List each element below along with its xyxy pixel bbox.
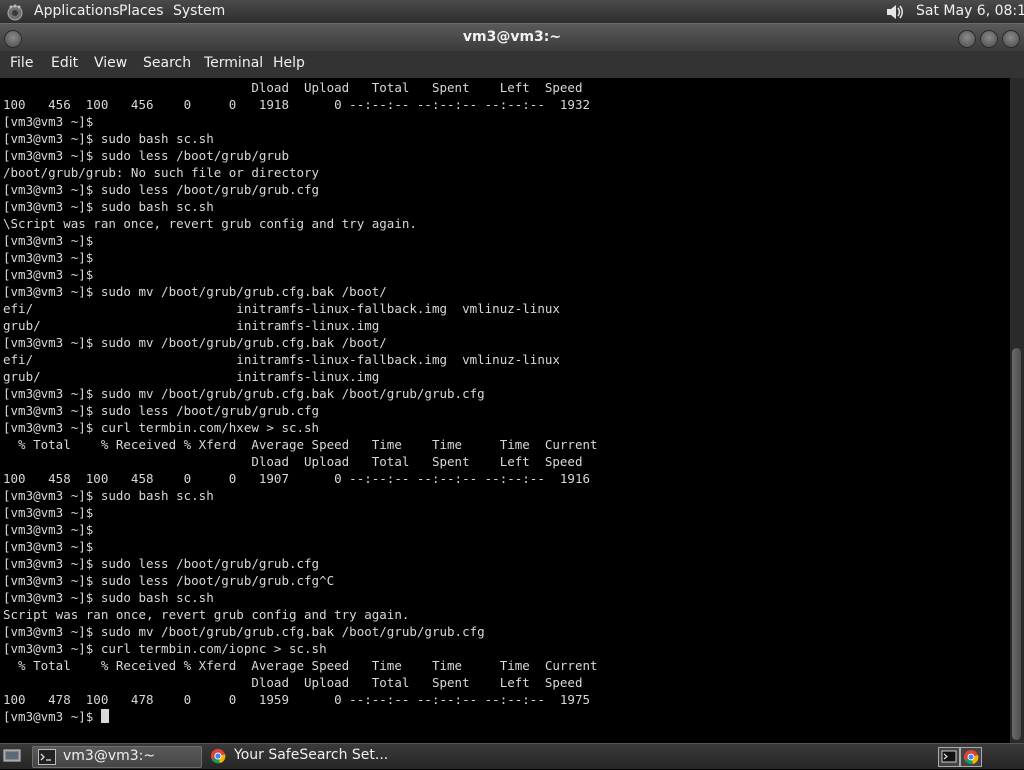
terminal-line: 100 458 100 458 0 0 1907 0 --:--:-- --:-… (3, 471, 590, 486)
show-desktop-icon[interactable] (3, 748, 21, 764)
terminal-cursor (100, 709, 109, 723)
terminal-line: [vm3@vm3 ~]$ sudo mv /boot/grub/grub.cfg… (3, 386, 485, 401)
terminal-line: grub/ initramfs-linux.img (3, 369, 380, 384)
terminal-line: [vm3@vm3 ~]$ sudo mv /boot/grub/grub.cfg… (3, 335, 387, 350)
menu-search[interactable]: Search (143, 55, 191, 71)
terminal-prompt: [vm3@vm3 ~]$ (3, 709, 101, 724)
gnome-foot-icon[interactable] (6, 3, 24, 21)
menu-edit[interactable]: Edit (51, 55, 78, 71)
terminal-line: [vm3@vm3 ~]$ sudo less /boot/grub/grub.c… (3, 573, 335, 588)
menu-file[interactable]: File (10, 55, 33, 71)
terminal-line: [vm3@vm3 ~]$ (3, 539, 94, 554)
volume-icon[interactable] (884, 2, 906, 22)
terminal-line: [vm3@vm3 ~]$ (3, 267, 94, 282)
terminal-line: 100 456 100 456 0 0 1918 0 --:--:-- --:-… (3, 97, 590, 112)
applications-menu[interactable]: Applications (34, 3, 120, 19)
terminal-line: [vm3@vm3 ~]$ sudo mv /boot/grub/grub.cfg… (3, 624, 485, 639)
clock[interactable]: Sat May 6, 08:15 (916, 3, 1024, 19)
terminal-line: 100 478 100 478 0 0 1959 0 --:--:-- --:-… (3, 692, 590, 707)
terminal-line: Dload Upload Total Spent Left Speed (3, 80, 583, 95)
terminal-line: efi/ initramfs-linux-fallback.img vmlinu… (3, 352, 560, 367)
taskbar-item-terminal[interactable]: vm3@vm3:~ (32, 746, 202, 768)
terminal-line: [vm3@vm3 ~]$ sudo less /boot/grub/grub.c… (3, 403, 320, 418)
terminal-line: [vm3@vm3 ~]$ sudo mv /boot/grub/grub.cfg… (3, 284, 387, 299)
terminal-output[interactable]: Dload Upload Total Spent Left Speed 100 4… (0, 78, 1010, 743)
tray-chrome-icon[interactable] (960, 747, 982, 767)
terminal-line: [vm3@vm3 ~]$ (3, 505, 94, 520)
close-icon[interactable] (1002, 30, 1020, 48)
terminal-line: Dload Upload Total Spent Left Speed (3, 675, 583, 690)
top-panel: Applications Places System Sat May 6, 08… (0, 0, 1024, 23)
terminal-window: vm3@vm3:~ File Edit View Search Terminal… (0, 23, 1024, 743)
terminal-line: [vm3@vm3 ~]$ sudo bash sc.sh (3, 131, 214, 146)
places-menu[interactable]: Places (119, 3, 164, 19)
terminal-icon (38, 749, 56, 765)
scrollbar-thumb[interactable] (1012, 348, 1021, 740)
terminal-line: Script was ran once, revert grub config … (3, 607, 410, 622)
terminal-text: Dload Upload Total Spent Left Speed 100 4… (3, 79, 598, 725)
minimize-icon[interactable] (958, 30, 976, 48)
menu-view[interactable]: View (94, 55, 127, 71)
tray-terminal-icon[interactable] (938, 747, 960, 767)
maximize-icon[interactable] (980, 30, 998, 48)
menu-terminal[interactable]: Terminal (204, 55, 263, 71)
terminal-line: Dload Upload Total Spent Left Speed (3, 454, 583, 469)
terminal-line: [vm3@vm3 ~]$ (3, 233, 94, 248)
terminal-line: [vm3@vm3 ~]$ (3, 250, 94, 265)
bottom-panel: vm3@vm3:~ Your SafeSearch Set... (0, 743, 1024, 769)
terminal-line: [vm3@vm3 ~]$ sudo less /boot/grub/grub.c… (3, 556, 320, 571)
window-titlebar[interactable]: vm3@vm3:~ (0, 23, 1024, 52)
terminal-line: [vm3@vm3 ~]$ curl termbin.com/hxew > sc.… (3, 420, 320, 435)
terminal-line: [vm3@vm3 ~]$ curl termbin.com/iopnc > sc… (3, 641, 327, 656)
menubar: File Edit View Search Terminal Help (0, 51, 1024, 79)
taskbar-item-label: Your SafeSearch Set... (234, 747, 389, 763)
terminal-scrollbar[interactable] (1010, 78, 1024, 743)
taskbar-item-chrome[interactable]: Your SafeSearch Set... (204, 746, 388, 766)
chrome-icon (210, 748, 226, 764)
terminal-line: % Total % Received % Xferd Average Speed… (3, 437, 598, 452)
taskbar-item-label: vm3@vm3:~ (63, 748, 156, 764)
system-menu[interactable]: System (173, 3, 225, 19)
terminal-line: /boot/grub/grub: No such file or directo… (3, 165, 320, 180)
window-title: vm3@vm3:~ (462, 29, 562, 45)
terminal-line: [vm3@vm3 ~]$ sudo bash sc.sh (3, 590, 214, 605)
terminal-line: grub/ initramfs-linux.img (3, 318, 380, 333)
terminal-line: [vm3@vm3 ~]$ (3, 522, 94, 537)
terminal-line: \Script was ran once, revert grub config… (3, 216, 417, 231)
terminal-line: efi/ initramfs-linux-fallback.img vmlinu… (3, 301, 560, 316)
terminal-line: [vm3@vm3 ~]$ sudo less /boot/grub/grub (3, 148, 289, 163)
terminal-line: [vm3@vm3 ~]$ sudo bash sc.sh (3, 199, 214, 214)
terminal-line: % Total % Received % Xferd Average Speed… (3, 658, 598, 673)
terminal-prompt-line: [vm3@vm3 ~]$ (3, 708, 598, 725)
terminal-line: [vm3@vm3 ~]$ (3, 114, 94, 129)
terminal-line: [vm3@vm3 ~]$ sudo less /boot/grub/grub.c… (3, 182, 320, 197)
terminal-line: [vm3@vm3 ~]$ sudo bash sc.sh (3, 488, 214, 503)
menu-help[interactable]: Help (273, 55, 305, 71)
